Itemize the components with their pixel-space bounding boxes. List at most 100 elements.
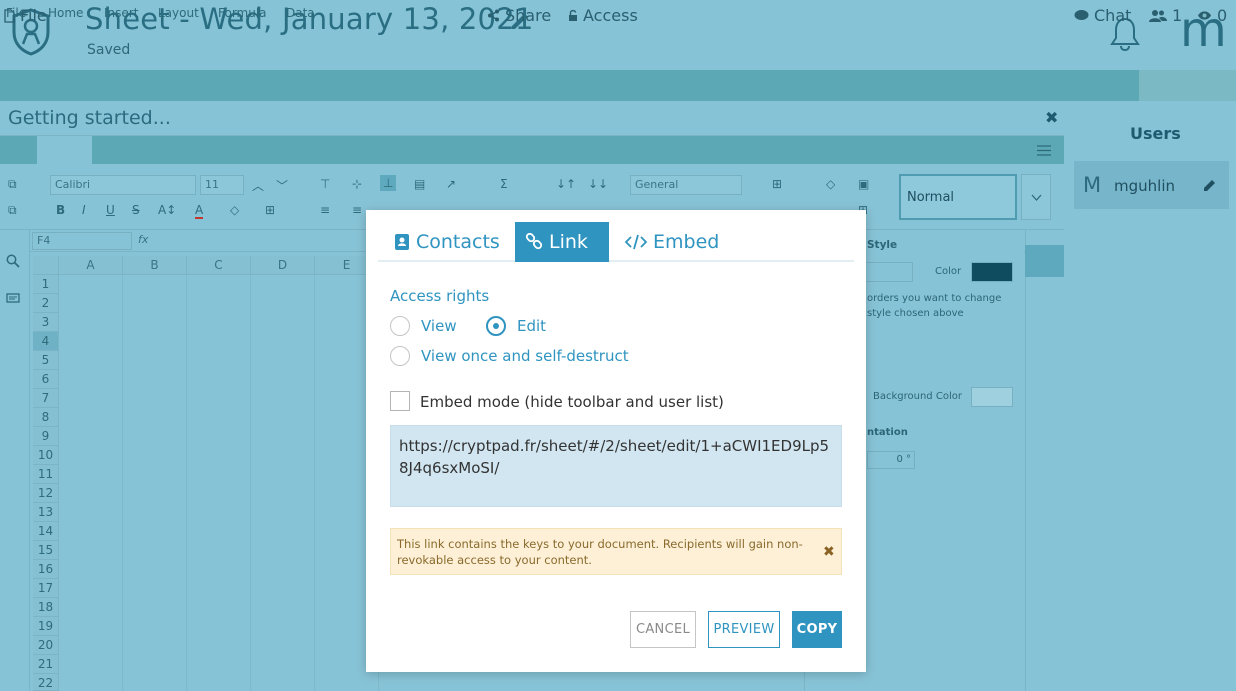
hamburger-menu-icon[interactable] bbox=[1037, 145, 1051, 156]
function-icon[interactable]: fx bbox=[138, 233, 148, 246]
app-toolbar bbox=[0, 70, 1236, 101]
paste-icon[interactable]: ⧉ bbox=[8, 203, 17, 218]
sum-icon[interactable]: Σ bbox=[500, 177, 508, 191]
align-center-icon[interactable]: ≡ bbox=[352, 203, 362, 217]
row-header[interactable]: 13 bbox=[33, 503, 59, 522]
row-header[interactable]: 6 bbox=[33, 370, 59, 389]
row-header[interactable]: 1 bbox=[33, 275, 59, 294]
radio-view-once-label[interactable]: View once and self-destruct bbox=[421, 347, 629, 365]
sheet-menu-data[interactable]: Data bbox=[286, 6, 315, 20]
border-style-select[interactable] bbox=[865, 262, 913, 282]
share-link-field[interactable]: https://cryptpad.fr/sheet/#/2/sheet/edit… bbox=[390, 425, 842, 507]
bold-icon[interactable]: B bbox=[56, 203, 65, 217]
align-left-icon[interactable]: ≡ bbox=[320, 203, 330, 217]
insert-cells-icon[interactable]: ⊞ bbox=[772, 177, 782, 191]
active-tab-highlight bbox=[37, 136, 92, 164]
number-format-select[interactable]: General bbox=[630, 175, 742, 195]
sheet-menu-file[interactable]: File bbox=[6, 6, 26, 20]
cell-style-preview[interactable]: Normal bbox=[899, 174, 1017, 220]
row-header[interactable]: 21 bbox=[33, 655, 59, 674]
tab-contacts[interactable]: Contacts bbox=[384, 222, 510, 262]
users-panel-title: Users bbox=[1130, 124, 1181, 143]
chat-button[interactable]: Chat bbox=[1074, 6, 1131, 25]
column-header[interactable]: B bbox=[123, 256, 187, 275]
sheet-menu-bar bbox=[0, 136, 1064, 164]
subscript-icon[interactable]: A↕ bbox=[158, 203, 176, 217]
row-header[interactable]: 10 bbox=[33, 446, 59, 465]
align-top-icon[interactable]: ⊤ bbox=[320, 177, 330, 191]
row-header[interactable]: 17 bbox=[33, 579, 59, 598]
comment-icon[interactable] bbox=[6, 293, 20, 305]
cancel-button[interactable]: CANCEL bbox=[630, 611, 696, 648]
edit-name-pencil-icon[interactable] bbox=[1203, 178, 1217, 192]
sheet-menu-formula[interactable]: Formula bbox=[218, 6, 267, 20]
close-icon[interactable]: ✖ bbox=[1045, 108, 1058, 127]
row-header[interactable]: 3 bbox=[33, 313, 59, 332]
column-header[interactable]: D bbox=[251, 256, 315, 275]
border-color-swatch[interactable] bbox=[971, 262, 1013, 282]
radio-edit[interactable] bbox=[486, 316, 506, 336]
users-count-button[interactable]: 1 bbox=[1149, 6, 1182, 25]
italic-icon[interactable]: I bbox=[82, 203, 86, 217]
copy-icon[interactable]: ⧉ bbox=[8, 177, 17, 192]
row-header[interactable]: 14 bbox=[33, 522, 59, 541]
row-header[interactable]: 15 bbox=[33, 541, 59, 560]
sheet-menu-home[interactable]: Home bbox=[48, 6, 83, 20]
font-color-icon[interactable]: A bbox=[195, 203, 204, 219]
increase-font-icon[interactable]: ︿ bbox=[252, 177, 264, 194]
row-header[interactable]: 22 bbox=[33, 674, 59, 691]
search-icon[interactable] bbox=[6, 254, 20, 268]
font-size-select[interactable]: 11 bbox=[200, 175, 244, 195]
tab-embed[interactable]: Embed bbox=[615, 222, 729, 262]
preview-button[interactable]: PREVIEW bbox=[708, 611, 780, 648]
orientation-icon[interactable]: ↗ bbox=[446, 177, 456, 191]
angle-input[interactable]: 0 ° bbox=[867, 451, 915, 469]
row-header[interactable]: 9 bbox=[33, 427, 59, 446]
column-header[interactable]: A bbox=[59, 256, 123, 275]
cell-style-dropdown[interactable] bbox=[1021, 174, 1051, 220]
underline-icon[interactable]: U bbox=[106, 203, 115, 217]
row-header[interactable]: 16 bbox=[33, 560, 59, 579]
row-header[interactable]: 20 bbox=[33, 636, 59, 655]
align-bottom-icon[interactable]: ⊥ bbox=[380, 175, 397, 191]
conditional-format-icon[interactable]: ▣ bbox=[858, 177, 869, 191]
sheet-menu-layout[interactable]: Layout bbox=[158, 6, 199, 20]
select-all-corner[interactable] bbox=[33, 256, 59, 275]
cell-reference-input[interactable]: F4 bbox=[32, 232, 132, 250]
strikethrough-icon[interactable]: S bbox=[132, 203, 140, 217]
share-button[interactable]: Share bbox=[487, 6, 551, 25]
wrap-text-icon[interactable]: ▤ bbox=[414, 177, 425, 191]
radio-view[interactable] bbox=[390, 316, 410, 336]
column-header[interactable]: C bbox=[187, 256, 251, 275]
row-header[interactable]: 19 bbox=[33, 617, 59, 636]
embed-mode-label[interactable]: Embed mode (hide toolbar and user list) bbox=[420, 393, 724, 411]
decrease-font-icon[interactable]: ﹀ bbox=[276, 177, 288, 194]
sheet-menu-insert[interactable]: Insert bbox=[104, 6, 138, 20]
row-header[interactable]: 7 bbox=[33, 389, 59, 408]
row-header[interactable]: 12 bbox=[33, 484, 59, 503]
background-color-swatch[interactable] bbox=[971, 387, 1013, 407]
dismiss-warning-close-icon[interactable]: ✖ bbox=[823, 544, 835, 560]
cell-settings-tab-active[interactable] bbox=[1025, 245, 1064, 277]
sort-descending-icon[interactable]: ↓↓ bbox=[588, 177, 608, 191]
clear-icon[interactable]: ◇ bbox=[826, 177, 835, 191]
tab-link[interactable]: Link bbox=[515, 222, 609, 262]
row-header[interactable]: 11 bbox=[33, 465, 59, 484]
row-header[interactable]: 18 bbox=[33, 598, 59, 617]
embed-mode-checkbox[interactable] bbox=[390, 391, 410, 411]
row-header[interactable]: 5 bbox=[33, 351, 59, 370]
radio-view-once[interactable] bbox=[390, 346, 410, 366]
save-status: Saved bbox=[87, 42, 131, 58]
row-header[interactable]: 8 bbox=[33, 408, 59, 427]
font-family-select[interactable]: Calibri bbox=[50, 175, 196, 195]
access-button[interactable]: Access bbox=[568, 6, 638, 25]
borders-icon[interactable]: ⊞ bbox=[265, 203, 275, 217]
align-middle-icon[interactable]: ⊹ bbox=[352, 177, 362, 191]
sort-ascending-icon[interactable]: ↓↑ bbox=[556, 177, 576, 191]
radio-view-label[interactable]: View bbox=[421, 317, 457, 335]
row-header[interactable]: 2 bbox=[33, 294, 59, 313]
radio-edit-label[interactable]: Edit bbox=[517, 317, 546, 335]
copy-button[interactable]: COPY bbox=[792, 611, 842, 648]
row-header[interactable]: 4 bbox=[33, 332, 59, 351]
fill-color-icon[interactable]: ◇ bbox=[230, 203, 239, 217]
